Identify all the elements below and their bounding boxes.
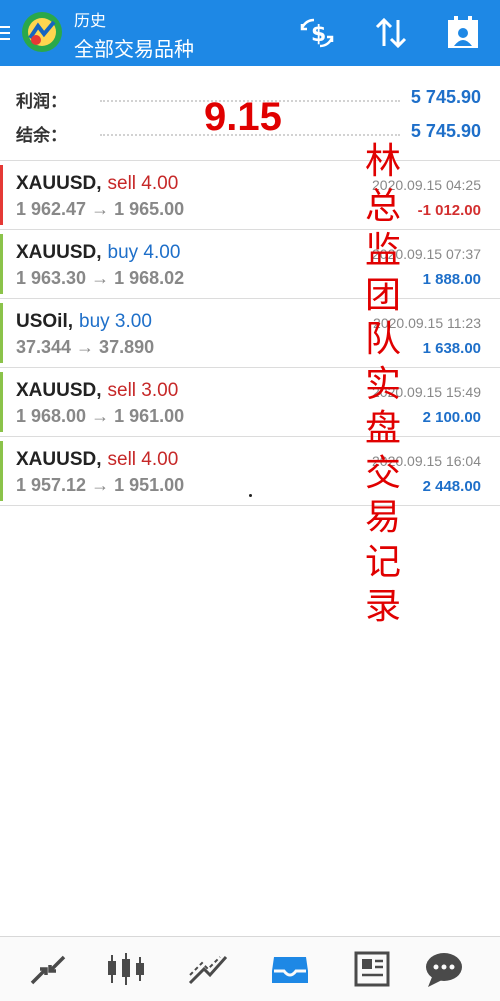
metatrader-logo (22, 12, 62, 52)
deal-header: XAUUSD, sell 4.00 (16, 449, 178, 471)
deal-header: XAUUSD, sell 3.00 (16, 380, 178, 402)
deal-profit: 2 448.00 (422, 478, 481, 495)
deal-row[interactable]: XAUUSD, sell 4.00 1 962.47 → 1 965.00 2020.… (0, 160, 500, 229)
caption-char: 交 (364, 452, 401, 494)
deal-row[interactable]: XAUUSD, sell 3.00 1 968.00 → 1 961.00 2020.… (0, 367, 500, 436)
caption-char: 监 (364, 230, 401, 271)
caption-char: 林 (364, 141, 401, 182)
result-indicator-bar (0, 234, 3, 294)
result-indicator-bar (0, 372, 3, 432)
balance-value: 5 745.90 (410, 121, 481, 141)
deal-symbol: XAUUSD (16, 380, 97, 401)
dot-mark (249, 494, 252, 497)
caption-char: 盘 (364, 408, 401, 449)
deal-symbol: XAUUSD (16, 173, 97, 194)
profit-value: 5 745.90 (410, 87, 481, 107)
caption-char: 记 (364, 541, 401, 583)
result-indicator-bar (0, 303, 3, 363)
trade-chart-icon[interactable] (186, 949, 230, 989)
deal-type: buy 4.00 (107, 242, 181, 263)
result-indicator-bar (0, 165, 3, 225)
separator: , (96, 380, 102, 401)
deal-header: XAUUSD, sell 4.00 (16, 173, 178, 195)
separator: , (96, 173, 102, 194)
deal-header: XAUUSD, buy 4.00 (16, 242, 180, 264)
deal-profit: 2 100.00 (422, 409, 481, 426)
date-overlay: 9.15 (204, 95, 282, 139)
deal-prices: 1 963.30 → 1 968.02 (16, 268, 185, 288)
separator: , (96, 242, 102, 263)
caption-char: 实 (364, 363, 401, 405)
screen-title[interactable]: 全部交易品种 (74, 33, 194, 62)
deal-header: USOil, buy 3.00 (16, 311, 152, 333)
deal-prices: 37.344 → 37.890 (16, 337, 155, 357)
quotes-arrows-icon[interactable] (26, 949, 70, 989)
deal-profit: 1 888.00 (422, 271, 481, 288)
deal-prices: 1 957.12 → 1 951.00 (16, 475, 185, 495)
deal-row[interactable]: XAUUSD, buy 4.00 1 963.30 → 1 968.02 2020.0… (0, 229, 500, 298)
separator: , (67, 311, 74, 332)
deal-list: XAUUSD, sell 4.00 1 962.47 → 1 965.00 2020.… (0, 160, 500, 506)
deal-row[interactable]: USOil, buy 3.00 37.344 → 37.890 2020.09.15 … (0, 298, 500, 367)
chat-icon[interactable] (422, 949, 466, 989)
history-inbox-icon[interactable] (268, 949, 312, 989)
candlestick-chart-icon[interactable] (104, 949, 148, 989)
profit-label: 利润： (16, 92, 67, 111)
svg-text:$: $ (311, 22, 326, 47)
deal-symbol: XAUUSD (16, 449, 97, 470)
sort-icon[interactable] (372, 14, 410, 52)
caption-char: 团 (364, 274, 401, 316)
separator: , (96, 449, 102, 470)
caption-char: 总 (364, 185, 401, 227)
deal-prices: 1 962.47 → 1 965.00 (16, 199, 185, 219)
deal-symbol: XAUUSD (16, 242, 97, 263)
balance-label: 结余： (16, 126, 67, 145)
top-app-bar: 历史 全部交易品种 $ (0, 0, 500, 66)
deal-type: sell 4.00 (107, 173, 179, 194)
menu-icon[interactable] (0, 26, 10, 40)
deal-type: sell 3.00 (107, 380, 179, 401)
vertical-caption: 林总监团队实盘交易记录 (362, 140, 404, 630)
deal-type: buy 3.00 (79, 311, 152, 332)
calendar-icon[interactable] (444, 14, 482, 52)
currency-swap-icon[interactable]: $ (298, 14, 336, 52)
bottom-navigation (0, 936, 500, 1001)
news-icon[interactable] (350, 949, 394, 989)
deal-type: sell 4.00 (107, 449, 179, 470)
deal-profit: -1 012.00 (417, 202, 481, 219)
screen-subtitle: 历史 (74, 13, 107, 30)
deal-prices: 1 968.00 → 1 961.00 (16, 406, 185, 426)
caption-char: 易 (364, 497, 401, 538)
deal-symbol: USOil (16, 311, 68, 332)
caption-char: 队 (364, 319, 401, 360)
caption-char: 录 (364, 586, 401, 627)
deal-profit: 1 638.00 (422, 340, 481, 357)
result-indicator-bar (0, 441, 3, 501)
